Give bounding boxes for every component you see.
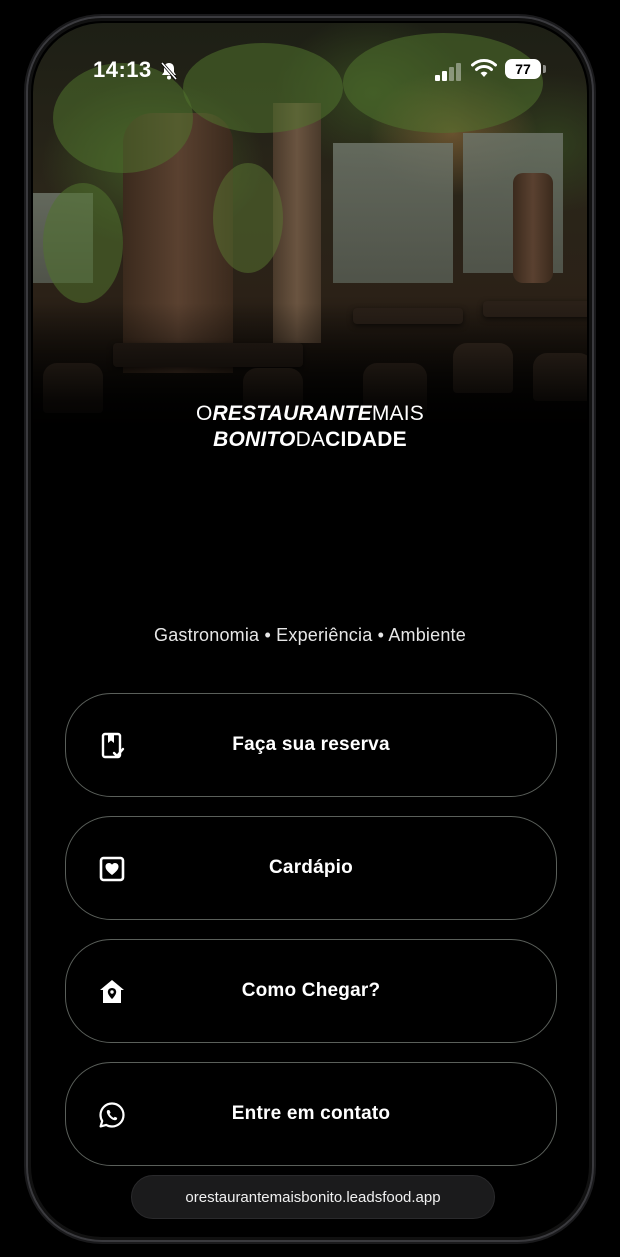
tagline: Gastronomia • Experiência • Ambiente xyxy=(154,625,466,645)
directions-label: Como Chegar? xyxy=(241,980,381,1001)
reservation-label: Faça sua reserva xyxy=(232,734,390,755)
restaurant-logo: ORESTAURANTEMAIS BONITODACIDADE xyxy=(33,401,587,453)
phone-frame: 14:13 77 ORESTAURANTEMAIS BONITODACIDADE… xyxy=(26,16,594,1242)
menu-label: Cardápio xyxy=(269,857,353,878)
contact-button[interactable]: Entre em contato xyxy=(65,1062,557,1166)
status-time: 14:13 xyxy=(93,57,152,82)
reservation-button[interactable]: Faça sua reserva xyxy=(65,693,557,797)
logo-line-2: BONITODACIDADE xyxy=(213,428,407,451)
silent-bell-icon xyxy=(160,62,178,80)
battery-tip xyxy=(543,65,546,73)
menu-button[interactable]: Cardápio xyxy=(65,816,557,920)
directions-button[interactable]: Como Chegar? xyxy=(65,939,557,1043)
status-bar: 14:13 77 xyxy=(33,53,587,93)
url-bar[interactable]: orestaurantemaisbonito.leadsfood.app xyxy=(131,1175,495,1219)
contact-label: Entre em contato xyxy=(231,1103,391,1124)
screen: 14:13 77 ORESTAURANTEMAIS BONITODACIDADE… xyxy=(33,23,587,1235)
battery-indicator: 77 xyxy=(505,59,541,79)
logo-line-1: ORESTAURANTEMAIS xyxy=(195,402,424,425)
cellular-signal-icon xyxy=(435,63,461,81)
wifi-icon xyxy=(471,59,497,77)
